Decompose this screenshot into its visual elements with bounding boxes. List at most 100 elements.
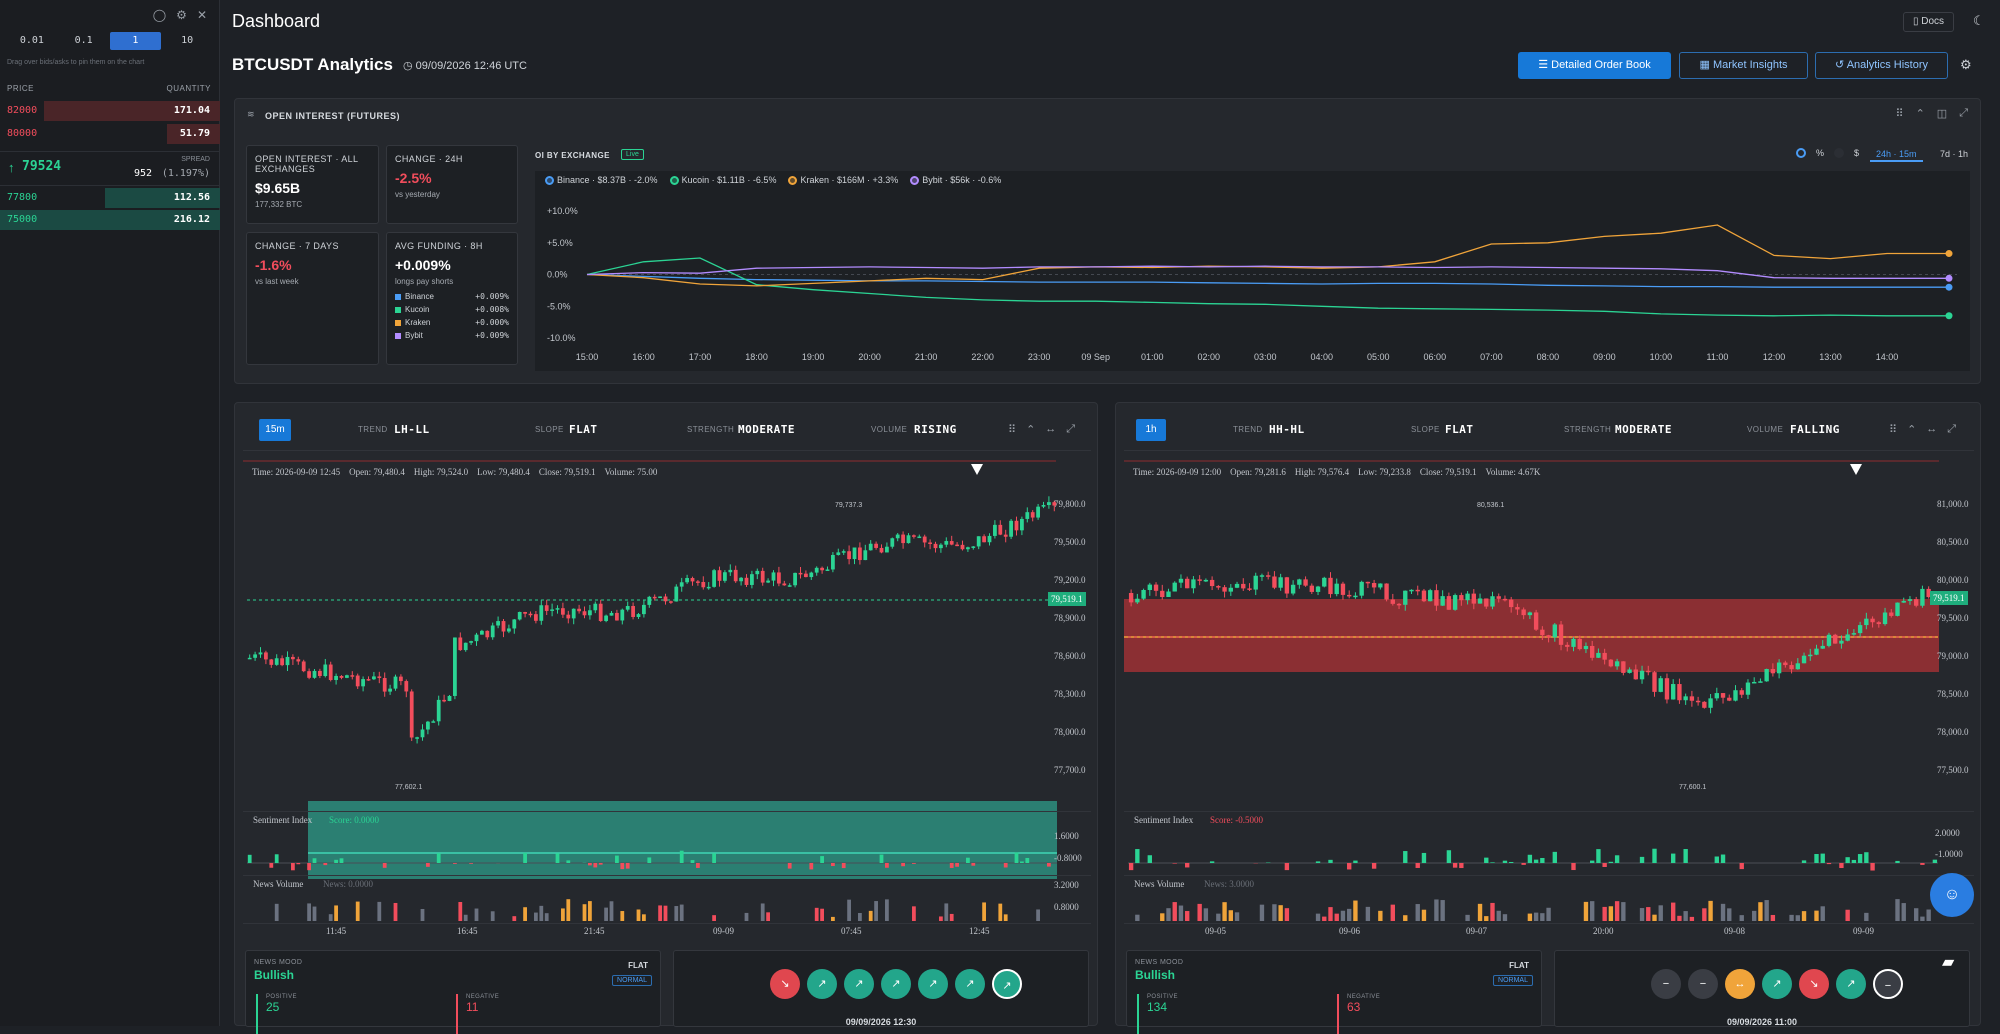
expand-icon[interactable]: ⤢ — [1066, 423, 1075, 436]
news-volume-bar — [1540, 913, 1544, 921]
time-tick: 09-07 — [1466, 926, 1487, 936]
news-event-circle[interactable]: ↗ — [992, 969, 1022, 999]
news-event-circle[interactable]: ↗ — [918, 969, 948, 999]
candle — [653, 597, 657, 599]
sentiment-bar — [1827, 863, 1831, 864]
sentiment-bar — [1015, 853, 1019, 863]
sentiment-bar — [1403, 851, 1407, 863]
sentiment-bar — [1715, 857, 1719, 863]
bid-row[interactable]: 77800 112.56 — [0, 188, 220, 208]
news-volume-label: News Volume — [253, 879, 303, 889]
news-volume-bar — [1771, 915, 1775, 921]
expand-icon[interactable]: ⤢ — [1947, 423, 1956, 436]
width-icon[interactable]: ↔ — [1045, 423, 1056, 436]
news-event-circle[interactable]: ↔ — [1725, 969, 1755, 999]
ask-row[interactable]: 80000 51.79 — [0, 124, 220, 144]
sentiment-bar — [1459, 863, 1463, 868]
time-tick: 21:45 — [584, 926, 605, 936]
candle — [734, 570, 738, 581]
news-event-circle[interactable]: − — [1873, 969, 1903, 999]
candle — [1671, 684, 1675, 699]
news-event-circle[interactable]: ↘ — [1799, 969, 1829, 999]
range-24h-tab[interactable]: 24h · 15m — [1870, 146, 1923, 162]
news-volume-bar — [458, 902, 462, 921]
news-volume-bar — [1416, 904, 1420, 921]
candle — [356, 676, 360, 687]
settings-icon[interactable]: ⚙ — [1960, 57, 1972, 73]
sentiment-bar — [1671, 854, 1675, 863]
expand-icon[interactable]: ⤢ — [1959, 107, 1968, 120]
unit-radio-dollar[interactable] — [1834, 148, 1844, 158]
drag-handle-icon[interactable]: ⠿ — [1008, 423, 1016, 436]
tick-step-2[interactable]: 1 — [110, 32, 162, 50]
collapse-icon[interactable]: ⌃ — [1916, 107, 1925, 120]
news-event-circle[interactable]: − — [1688, 969, 1718, 999]
candle — [1160, 591, 1164, 597]
news-event-circle[interactable]: ↗ — [807, 969, 837, 999]
bid-row[interactable]: 75000 216.12 — [0, 210, 220, 230]
candle — [1359, 582, 1363, 596]
candle — [1434, 590, 1438, 606]
news-volume-bar — [939, 916, 943, 921]
collapse-icon[interactable]: ⌃ — [1026, 423, 1035, 436]
candle — [1222, 587, 1226, 591]
candle — [728, 570, 732, 572]
news-score: News: 0.0000 — [323, 879, 373, 889]
range-7d-tab[interactable]: 7d · 1h — [1934, 146, 1974, 162]
news-event-circle[interactable]: ↗ — [1836, 969, 1866, 999]
candle — [1335, 584, 1339, 594]
moon-icon[interactable]: ☾ — [1973, 13, 1985, 29]
gear-icon[interactable]: ⚙ — [176, 8, 187, 22]
news-volume-bar — [1366, 907, 1370, 921]
news-event-circle[interactable]: ↗ — [955, 969, 985, 999]
news-event-circle[interactable]: ↗ — [1762, 969, 1792, 999]
interval-badge[interactable]: 1h — [1136, 419, 1166, 441]
tick-step-3[interactable]: 10 — [161, 32, 213, 50]
news-event-circle[interactable]: ↗ — [881, 969, 911, 999]
news-event-circle[interactable]: − — [1651, 969, 1681, 999]
news-event-circle[interactable]: ↘ — [770, 969, 800, 999]
ask-row[interactable]: 82000 171.04 — [0, 101, 220, 121]
analytics-history-button[interactable]: ↺ Analytics History — [1815, 52, 1948, 79]
market-insights-button[interactable]: ▦ Market Insights — [1679, 52, 1808, 79]
tick-step-0[interactable]: 0.01 — [6, 32, 58, 50]
candle — [1285, 577, 1289, 593]
candle — [1440, 596, 1444, 606]
interval-badge[interactable]: 15m — [259, 419, 291, 441]
candle — [394, 677, 398, 689]
candle — [853, 547, 857, 559]
split-icon[interactable]: ◫ — [1937, 107, 1947, 120]
candle — [1758, 681, 1762, 683]
close-icon[interactable]: ✕ — [197, 8, 207, 22]
tick-step-1[interactable]: 0.1 — [58, 32, 110, 50]
series-line-bybit — [587, 266, 1949, 278]
docs-button[interactable]: ▯ Docs — [1903, 12, 1954, 32]
candle — [1465, 594, 1469, 601]
unit-radio-percent[interactable] — [1796, 148, 1806, 158]
drag-handle-icon[interactable]: ⠿ — [1896, 107, 1904, 120]
candle — [831, 555, 835, 569]
sentiment-bar — [1870, 863, 1874, 871]
x-tick-label: 09 Sep — [1081, 352, 1110, 362]
supply-demand-zone[interactable] — [1124, 599, 1939, 672]
width-icon[interactable]: ↔ — [1926, 423, 1937, 436]
pin-icon[interactable]: ◯ — [153, 8, 166, 22]
bot-button[interactable]: ☺ — [1930, 873, 1974, 917]
drag-handle-icon[interactable]: ⠿ — [1889, 423, 1897, 436]
candle — [1453, 595, 1457, 610]
news-event-circle[interactable]: ↗ — [844, 969, 874, 999]
sentiment-bar — [1353, 861, 1357, 863]
news-volume-bar — [1216, 914, 1220, 921]
supply-demand-zone[interactable] — [308, 801, 1057, 879]
candle — [1416, 590, 1420, 592]
x-tick-label: 23:00 — [1028, 352, 1051, 362]
candle — [1291, 585, 1295, 594]
collapse-icon[interactable]: ⌃ — [1907, 423, 1916, 436]
detailed-order-book-button[interactable]: ☰ Detailed Order Book — [1518, 52, 1671, 79]
spread-row: ↑ 79524 SPREAD 952 (1.197%) — [0, 151, 220, 186]
funding-exchange: Binance — [395, 292, 434, 301]
chat-icon[interactable]: ▰ — [1942, 952, 1954, 972]
candle — [1241, 584, 1245, 588]
funding-value: +0.009% — [395, 257, 509, 273]
news-volume-bar — [1758, 902, 1762, 921]
